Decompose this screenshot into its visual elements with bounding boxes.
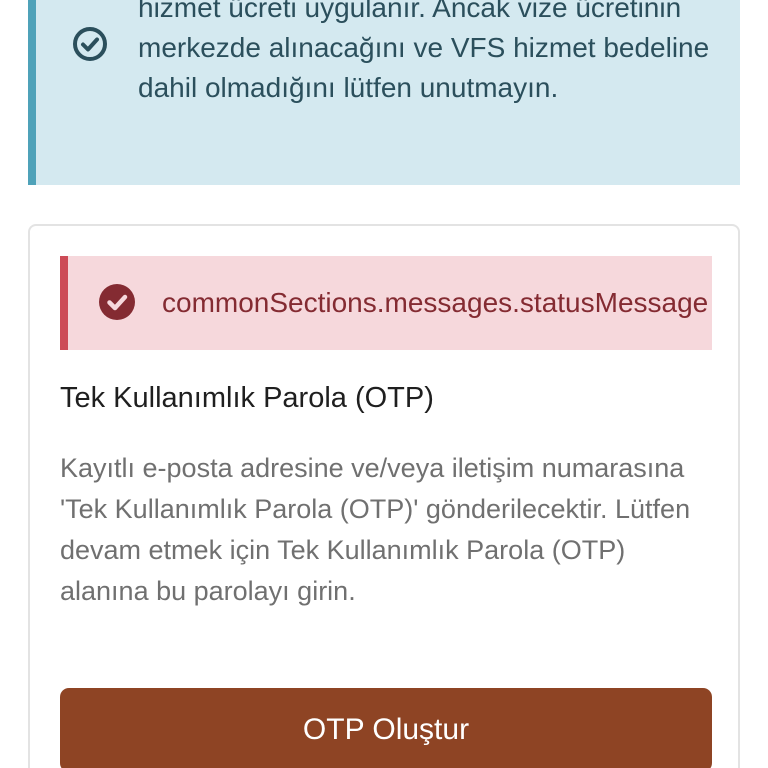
status-alert: commonSections.messages.statusMessage (60, 256, 712, 350)
info-alert: hizmet ücreti uygulanır. Ancak vize ücre… (28, 0, 740, 185)
otp-card: commonSections.messages.statusMessage Te… (28, 224, 740, 768)
check-circle-icon (99, 284, 135, 320)
info-alert-text: hizmet ücreti uygulanır. Ancak vize ücre… (138, 0, 710, 103)
otp-description: Kayıtlı e-posta adresine ve/veya iletişi… (60, 453, 691, 606)
generate-otp-button[interactable]: OTP Oluştur (60, 688, 712, 768)
check-circle-icon (73, 27, 107, 61)
page: hizmet ücreti uygulanır. Ancak vize ücre… (0, 0, 768, 768)
status-alert-text: commonSections.messages.statusMessage (162, 287, 709, 318)
otp-title: Tek Kullanımlık Parola (OTP) (60, 382, 434, 414)
